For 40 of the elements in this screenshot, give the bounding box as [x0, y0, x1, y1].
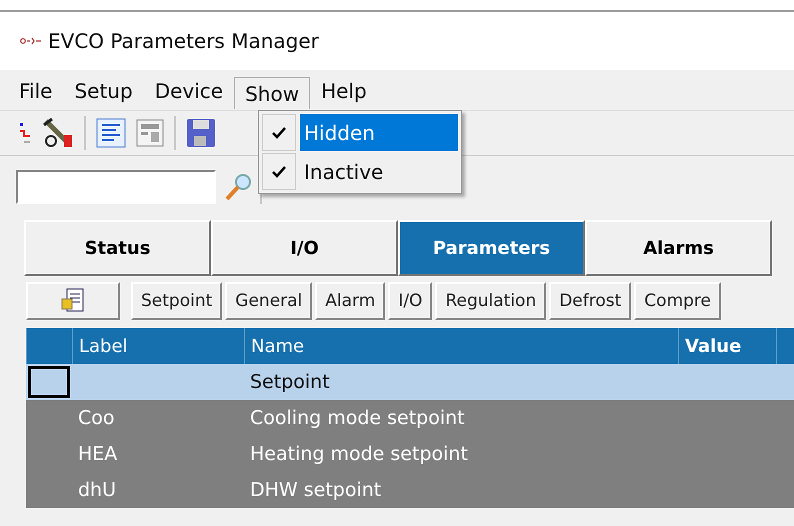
table-row[interactable]: Coo Cooling mode setpoint — [26, 400, 794, 436]
row-selector[interactable] — [28, 366, 70, 398]
group-button[interactable]: General — [225, 282, 312, 320]
group-button[interactable]: Compre — [634, 282, 721, 320]
menu-item[interactable]: Device — [144, 74, 234, 106]
table-cell: Setpoint — [250, 371, 330, 393]
table-row[interactable]: Setpoint — [26, 364, 794, 400]
tab[interactable]: Status — [24, 220, 211, 276]
group-button[interactable]: Setpoint — [131, 282, 222, 320]
group-button[interactable]: Regulation — [435, 282, 546, 320]
group-button[interactable]: Defrost — [549, 282, 632, 320]
save-icon[interactable] — [186, 118, 216, 148]
table-cell: dhU — [78, 479, 116, 501]
menu-item[interactable]: Setup — [63, 74, 144, 106]
report-button[interactable] — [26, 282, 120, 320]
menu-item[interactable]: Help — [310, 74, 378, 106]
table-cell: Cooling mode setpoint — [250, 407, 465, 429]
table-row[interactable]: dhU DHW setpoint — [26, 472, 794, 508]
group-button[interactable]: Alarm — [315, 282, 386, 320]
window-title: EVCO Parameters Manager — [48, 29, 319, 53]
tab[interactable]: Parameters — [398, 220, 585, 276]
group-button[interactable]: I/O — [388, 282, 432, 320]
tab[interactable]: I/O — [211, 220, 398, 276]
app-logo-icon — [20, 36, 42, 46]
list-icon[interactable] — [96, 118, 126, 148]
menu-item[interactable]: File — [8, 74, 64, 106]
table-row[interactable]: HEA Heating mode setpoint — [26, 436, 794, 472]
document-icon — [61, 288, 85, 314]
table-cell: Heating mode setpoint — [250, 443, 468, 465]
menu-option[interactable]: Hidden — [300, 114, 458, 151]
connection-icon[interactable] — [18, 122, 32, 144]
search-field[interactable] — [16, 170, 216, 204]
tools-icon[interactable] — [42, 117, 74, 149]
table-cell: Coo — [78, 407, 115, 429]
menu-option[interactable]: Inactive — [300, 153, 458, 190]
menu-item[interactable]: Show — [234, 77, 310, 109]
tab[interactable]: Alarms — [585, 220, 772, 276]
table-cell: HEA — [78, 443, 118, 465]
table-cell: DHW setpoint — [250, 479, 382, 501]
form-icon[interactable] — [136, 119, 164, 147]
